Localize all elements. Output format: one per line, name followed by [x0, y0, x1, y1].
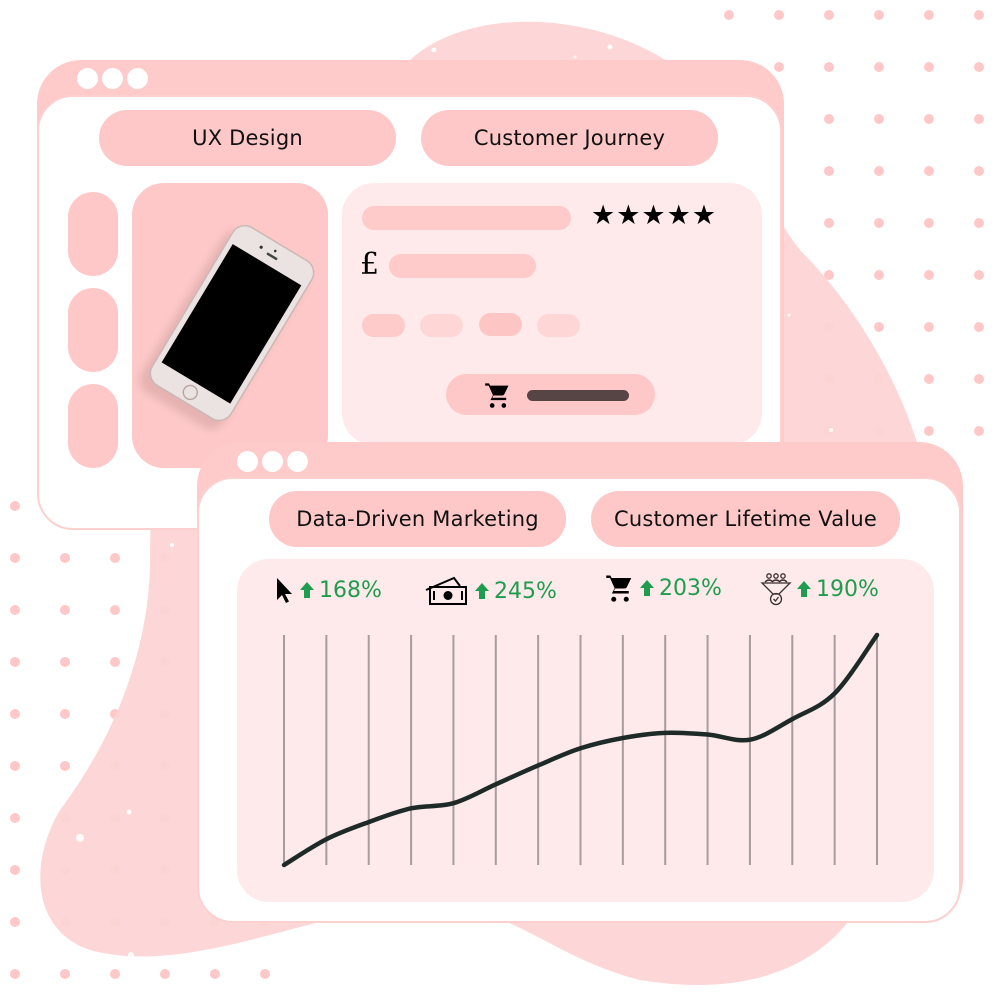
pattern-dot	[974, 270, 984, 280]
pattern-dot	[10, 969, 20, 979]
option-chip[interactable]	[537, 314, 580, 337]
pattern-dot	[874, 166, 884, 176]
pattern-dot	[60, 761, 70, 771]
pattern-dot	[110, 969, 120, 979]
pattern-dot	[974, 218, 984, 228]
add-to-cart-button[interactable]	[446, 374, 655, 415]
window-control-dot[interactable]	[287, 451, 308, 472]
pattern-dot	[824, 218, 834, 228]
pattern-dot	[874, 62, 884, 72]
pattern-dot	[924, 322, 934, 332]
pattern-dot	[774, 62, 784, 72]
pattern-dot	[874, 322, 884, 332]
pattern-dot	[110, 657, 120, 667]
tab-customer-journey[interactable]: Customer Journey	[421, 110, 718, 166]
pattern-dot	[824, 62, 834, 72]
smartphone-image	[139, 224, 315, 430]
pattern-dot	[10, 709, 20, 719]
pattern-dot	[974, 426, 984, 436]
pattern-dot	[924, 10, 934, 20]
pattern-dot	[160, 969, 170, 979]
pattern-dot	[974, 166, 984, 176]
pattern-dot	[874, 270, 884, 280]
pattern-dot	[874, 218, 884, 228]
pattern-dot	[924, 270, 934, 280]
currency-symbol: £	[360, 247, 380, 282]
pattern-dot	[60, 969, 70, 979]
pattern-dot	[10, 813, 20, 823]
pattern-dot	[774, 10, 784, 20]
option-chip[interactable]	[479, 313, 522, 336]
pattern-dot	[210, 969, 220, 979]
rating-stars: ★★★★★	[591, 200, 718, 231]
pattern-dot	[60, 605, 70, 615]
tab-data-driven-marketing[interactable]: Data-Driven Marketing	[269, 491, 566, 547]
pattern-dot	[10, 553, 20, 563]
cart-icon	[485, 383, 509, 408]
pattern-dot	[974, 374, 984, 384]
pattern-dot	[724, 10, 734, 20]
pattern-dot	[260, 969, 270, 979]
window-control-dot[interactable]	[127, 68, 148, 89]
window-control-dot[interactable]	[237, 451, 258, 472]
pattern-dot	[10, 605, 20, 615]
window-control-dot[interactable]	[77, 68, 98, 89]
pattern-dot	[874, 10, 884, 20]
pattern-dot	[924, 426, 934, 436]
add-to-cart-label-placeholder	[527, 390, 629, 401]
pattern-dot	[60, 709, 70, 719]
pattern-dot	[60, 657, 70, 667]
pattern-dot	[924, 374, 934, 384]
pattern-dot	[924, 114, 934, 124]
growth-line-chart	[281, 632, 880, 868]
product-image-card[interactable]	[132, 183, 328, 468]
tab-customer-lifetime-value[interactable]: Customer Lifetime Value	[591, 491, 900, 547]
pattern-dot	[10, 917, 20, 927]
tab-ux-design[interactable]: UX Design	[99, 110, 396, 166]
pattern-dot	[824, 114, 834, 124]
window-control-dot[interactable]	[102, 68, 123, 89]
pattern-dot	[924, 218, 934, 228]
pattern-dot	[110, 553, 120, 563]
pattern-dot	[974, 10, 984, 20]
sidebar-item[interactable]	[68, 384, 118, 468]
pattern-dot	[824, 10, 834, 20]
product-title-placeholder	[362, 206, 571, 230]
pattern-dot	[60, 553, 70, 563]
pattern-dot	[10, 657, 20, 667]
pattern-dot	[110, 605, 120, 615]
sidebar-item[interactable]	[68, 288, 118, 372]
price-placeholder	[389, 254, 536, 278]
sidebar-item[interactable]	[68, 192, 118, 276]
pattern-dot	[824, 166, 834, 176]
pattern-dot	[974, 62, 984, 72]
option-chip[interactable]	[420, 314, 463, 337]
pattern-dot	[10, 865, 20, 875]
pattern-dot	[10, 501, 20, 511]
pattern-dot	[974, 114, 984, 124]
option-chip[interactable]	[362, 314, 405, 337]
pattern-dot	[874, 114, 884, 124]
pattern-dot	[924, 166, 934, 176]
pattern-dot	[974, 322, 984, 332]
window-control-dot[interactable]	[262, 451, 283, 472]
pattern-dot	[10, 761, 20, 771]
pattern-dot	[924, 62, 934, 72]
